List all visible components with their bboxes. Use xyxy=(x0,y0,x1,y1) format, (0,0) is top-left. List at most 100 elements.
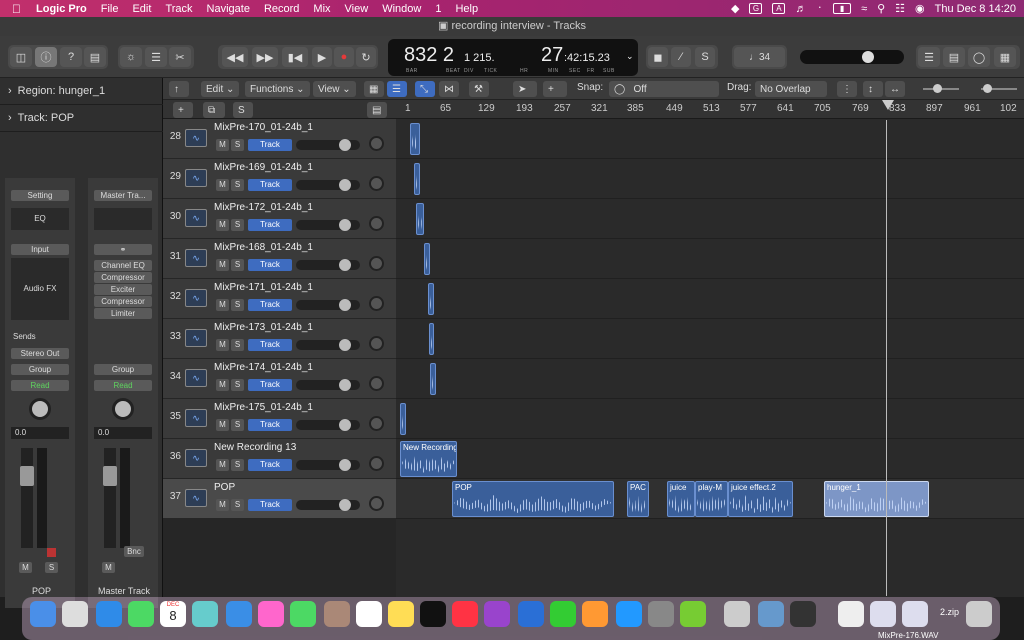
track-volume-thumb[interactable] xyxy=(339,139,351,151)
plugin-limiter[interactable]: Limiter xyxy=(94,308,152,319)
quick-help-icon[interactable]: ? xyxy=(60,47,82,67)
menu-clock[interactable]: Thu Dec 8 14:20 xyxy=(935,3,1016,15)
volume-fader-cap[interactable] xyxy=(20,466,34,486)
audio-region[interactable] xyxy=(414,163,420,195)
mute-button[interactable]: M xyxy=(216,379,229,391)
solo-button[interactable]: S xyxy=(231,419,244,431)
track-volume-thumb[interactable] xyxy=(339,379,351,391)
master-volume-slider[interactable] xyxy=(800,50,904,64)
track-lane[interactable]: POP PAC juice play-M juice effect.2 hung… xyxy=(396,479,1024,519)
audio-region[interactable] xyxy=(416,203,424,235)
global-solo-button[interactable]: S xyxy=(233,102,253,118)
audio-region[interactable]: juice effect.2 xyxy=(728,481,793,517)
master-volume-fader-cap[interactable] xyxy=(103,466,117,486)
facetime-icon[interactable] xyxy=(290,601,316,627)
automation-icon[interactable]: ⤡ xyxy=(415,81,435,97)
solo-button[interactable]: S xyxy=(231,139,244,151)
messages-icon[interactable] xyxy=(128,601,154,627)
pan-knob[interactable] xyxy=(369,376,384,391)
notes-icon[interactable] xyxy=(388,601,414,627)
tuner-icon[interactable]: ◼ xyxy=(648,47,668,67)
pan-knob[interactable] xyxy=(369,496,384,511)
document-icon[interactable] xyxy=(838,601,864,627)
mute-button[interactable]: M xyxy=(216,499,229,511)
pan-knob[interactable] xyxy=(369,296,384,311)
master-volume-thumb[interactable] xyxy=(862,51,874,63)
track-volume-slider[interactable] xyxy=(296,179,360,191)
menu-mix[interactable]: Mix xyxy=(313,3,330,15)
track-volume-slider[interactable] xyxy=(296,379,360,391)
plugin-compressor-1[interactable]: Compressor xyxy=(94,272,152,283)
track-header[interactable]: 31 ∿ MixPre-168_01-24b_1 M S Track xyxy=(163,239,396,279)
master-link-icon[interactable]: ⚭ xyxy=(94,244,152,255)
secondary-tool-icon[interactable]: + xyxy=(543,81,567,97)
track-name[interactable]: New Recording 13 xyxy=(214,442,296,453)
audio-fx-slot[interactable]: Audio FX xyxy=(11,258,69,320)
horizontal-zoom-slider[interactable] xyxy=(981,84,1017,93)
track-button[interactable]: Track xyxy=(248,259,292,271)
track-header[interactable]: 33 ∿ MixPre-173_01-24b_1 M S Track xyxy=(163,319,396,359)
track-button[interactable]: Track xyxy=(248,499,292,511)
master-automation-button[interactable]: Read xyxy=(94,380,152,391)
maps-icon[interactable] xyxy=(192,601,218,627)
lcd-display[interactable]: 832 2 1 215. 27 :42:15.23 BAR BEAT DIV T… xyxy=(388,39,638,76)
track-name[interactable]: MixPre-174_01-24b_1 xyxy=(214,362,313,373)
vertical-zoom-thumb[interactable] xyxy=(933,84,942,93)
track-name[interactable]: POP xyxy=(214,482,235,493)
safari-icon[interactable] xyxy=(96,601,122,627)
track-volume-slider[interactable] xyxy=(296,459,360,471)
count-in-icon[interactable]: S xyxy=(695,47,715,67)
track-name[interactable]: MixPre-175_01-24b_1 xyxy=(214,402,313,413)
solo-button[interactable]: S xyxy=(231,379,244,391)
track-lane[interactable] xyxy=(396,279,1024,319)
zip-file-label[interactable]: 2.zip xyxy=(940,607,959,617)
tv-icon[interactable] xyxy=(420,601,446,627)
region-inspector-header[interactable]: › Region: hunger_1 xyxy=(0,78,163,105)
solo-button[interactable]: S xyxy=(231,339,244,351)
record-enable-button[interactable] xyxy=(47,548,56,557)
pan-knob[interactable] xyxy=(369,216,384,231)
track-volume-slider[interactable] xyxy=(296,259,360,271)
battery-icon[interactable]: ▮ xyxy=(833,3,852,14)
pan-knob[interactable] xyxy=(369,336,384,351)
g-icon[interactable]: G xyxy=(749,3,763,14)
duplicate-track-icon[interactable]: ⧉ xyxy=(203,102,225,118)
record-icon[interactable]: ● xyxy=(334,47,354,67)
track-volume-thumb[interactable] xyxy=(339,339,351,351)
menu-track[interactable]: Track xyxy=(165,3,192,15)
cycle-icon[interactable]: ↻ xyxy=(356,47,376,67)
flex-icon[interactable]: ⋈ xyxy=(439,81,459,97)
bounce-button[interactable]: Bnc xyxy=(124,546,144,557)
track-button[interactable]: Track xyxy=(248,299,292,311)
output-button[interactable]: Stereo Out xyxy=(11,348,69,359)
track-button[interactable]: Track xyxy=(248,339,292,351)
audio-region-selected[interactable]: hunger_1 xyxy=(824,481,929,517)
app-store-icon[interactable] xyxy=(616,601,642,627)
smart-controls-icon[interactable]: ☼ xyxy=(120,47,142,67)
trash-icon[interactable] xyxy=(966,601,992,627)
setting-button[interactable]: Setting xyxy=(11,190,69,201)
mute-button[interactable]: M xyxy=(216,139,229,151)
plugin-channel-eq[interactable]: Channel EQ xyxy=(94,260,152,271)
contacts-icon[interactable] xyxy=(324,601,350,627)
library-icon[interactable]: ◫ xyxy=(10,47,32,67)
track-button[interactable]: Track xyxy=(248,219,292,231)
track-volume-slider[interactable] xyxy=(296,339,360,351)
functions-menu[interactable]: Functions ⌄ xyxy=(245,81,310,97)
solo-button[interactable]: S xyxy=(231,259,244,271)
horizontal-zoom-thumb[interactable] xyxy=(983,84,992,93)
playhead-marker[interactable] xyxy=(882,100,894,110)
pan-knob[interactable] xyxy=(369,456,384,471)
solo-button[interactable]: S xyxy=(231,179,244,191)
master-pan-knob[interactable] xyxy=(112,398,134,420)
track-lane[interactable] xyxy=(396,239,1024,279)
track-button[interactable]: Track xyxy=(248,459,292,471)
volume-fader[interactable] xyxy=(20,448,34,548)
inspector-icon[interactable]: ⓘ xyxy=(35,47,57,67)
menu-window[interactable]: Window xyxy=(382,3,421,15)
logic-pro-icon[interactable] xyxy=(790,601,816,627)
reminders-icon[interactable] xyxy=(356,601,382,627)
master-group-button[interactable]: Group xyxy=(94,364,152,375)
control-center-icon[interactable]: ☷ xyxy=(895,2,905,15)
mute-button[interactable]: M xyxy=(216,259,229,271)
